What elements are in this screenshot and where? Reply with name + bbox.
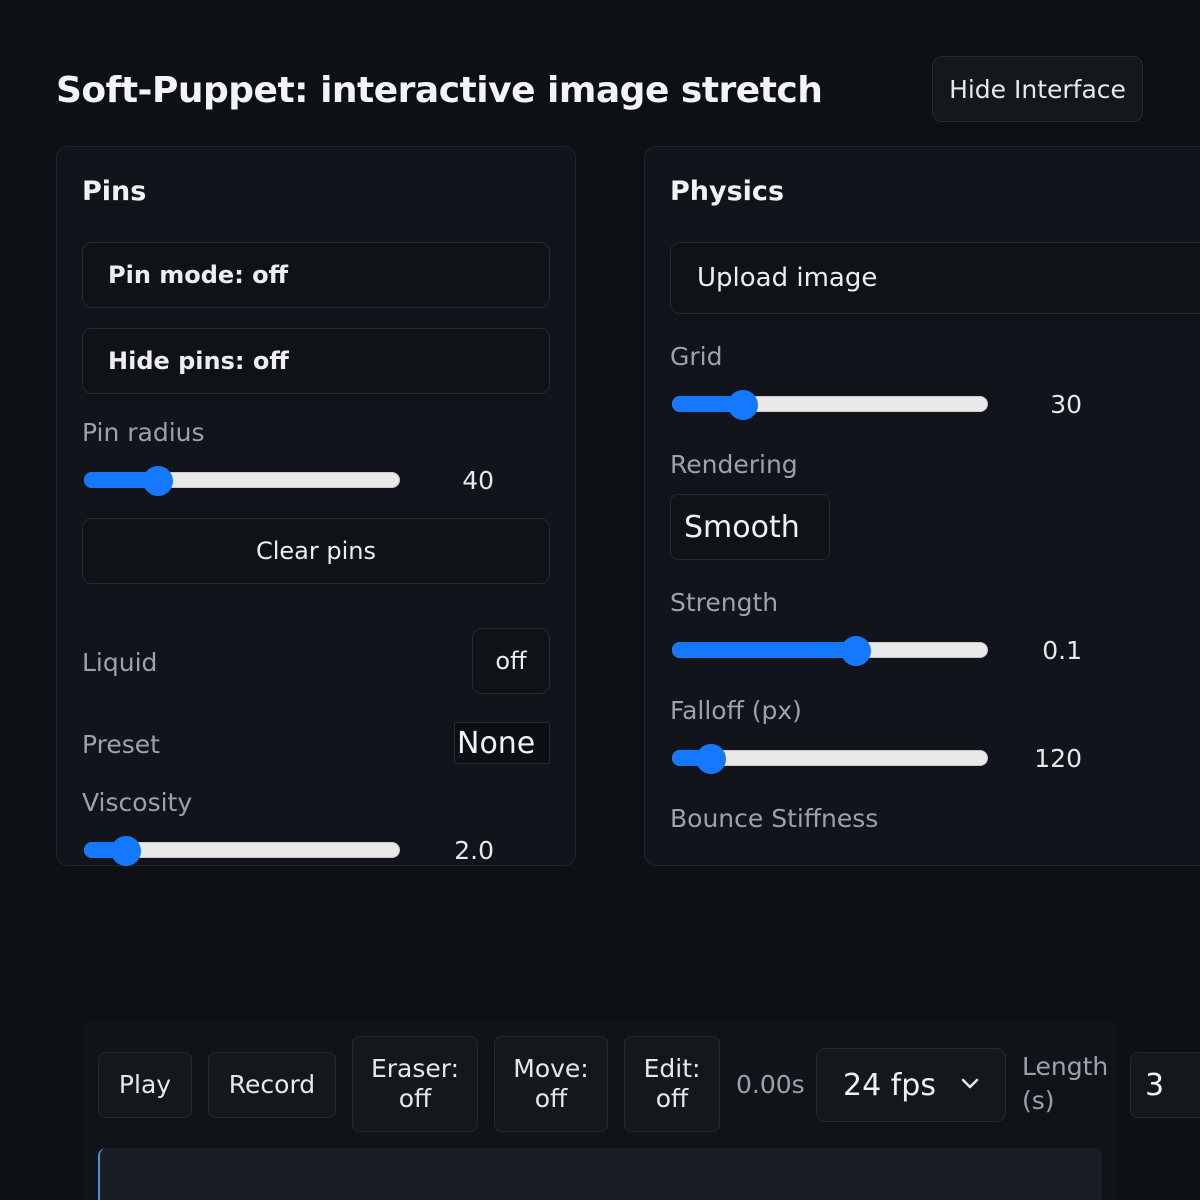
edit-line2: off xyxy=(655,1084,689,1113)
liquid-label: Liquid xyxy=(82,648,158,677)
viscosity-label: Viscosity xyxy=(82,788,193,817)
strength-value: 0.1 xyxy=(1042,636,1082,665)
hide-pins-button[interactable]: Hide pins: off xyxy=(82,328,550,394)
eraser-toggle-button[interactable]: Eraser: off xyxy=(352,1036,478,1132)
page-title: Soft-Puppet: interactive image stretch xyxy=(56,70,823,111)
falloff-slider-thumb[interactable] xyxy=(696,744,726,774)
strength-slider[interactable] xyxy=(672,636,988,666)
timeline-track[interactable] xyxy=(98,1148,1102,1200)
preset-label: Preset xyxy=(82,730,160,759)
edit-toggle-button[interactable]: Edit: off xyxy=(624,1036,720,1132)
move-line1: Move: xyxy=(513,1054,589,1083)
length-input[interactable]: 3 xyxy=(1130,1052,1200,1118)
pin-radius-slider[interactable] xyxy=(84,466,400,496)
hide-interface-button[interactable]: Hide Interface xyxy=(932,56,1143,122)
pin-mode-button[interactable]: Pin mode: off xyxy=(82,242,550,308)
pin-radius-slider-thumb[interactable] xyxy=(143,466,173,496)
grid-slider[interactable] xyxy=(672,390,988,420)
grid-value: 30 xyxy=(1050,390,1082,419)
viscosity-value: 2.0 xyxy=(454,836,494,865)
eraser-line1: Eraser: xyxy=(370,1054,460,1083)
length-label-line2: (s) xyxy=(1022,1086,1055,1115)
play-button[interactable]: Play xyxy=(98,1052,192,1118)
strength-slider-fill xyxy=(672,642,856,658)
bounce-stiffness-label: Bounce Stiffness xyxy=(670,804,879,833)
liquid-toggle[interactable]: off xyxy=(472,628,550,694)
grid-label: Grid xyxy=(670,342,723,371)
physics-heading: Physics xyxy=(670,176,785,207)
length-label-line1: Length xyxy=(1022,1052,1109,1081)
fps-value: 24 fps xyxy=(843,1067,936,1103)
chevron-down-icon xyxy=(961,1078,979,1089)
app-page: Soft-Puppet: interactive image stretch H… xyxy=(0,0,1200,1200)
clear-pins-button[interactable]: Clear pins xyxy=(82,518,550,584)
pin-radius-label: Pin radius xyxy=(82,418,205,447)
pins-heading: Pins xyxy=(82,176,147,207)
grid-slider-thumb[interactable] xyxy=(728,390,758,420)
falloff-value: 120 xyxy=(1034,744,1082,773)
move-line2: off xyxy=(534,1084,568,1113)
time-readout: 0.00s xyxy=(736,1070,805,1099)
fps-select[interactable]: 24 fps xyxy=(816,1048,1006,1122)
viscosity-slider[interactable] xyxy=(84,836,400,866)
falloff-label: Falloff (px) xyxy=(670,696,802,725)
preset-select[interactable]: None xyxy=(454,722,550,764)
falloff-slider[interactable] xyxy=(672,744,988,774)
upload-image-button[interactable]: Upload image xyxy=(670,242,1200,314)
length-label: Length (s) xyxy=(1022,1050,1108,1118)
record-button[interactable]: Record xyxy=(208,1052,336,1118)
eraser-line2: off xyxy=(398,1084,432,1113)
strength-slider-thumb[interactable] xyxy=(841,636,871,666)
rendering-label: Rendering xyxy=(670,450,798,479)
pin-radius-value: 40 xyxy=(462,466,494,495)
move-toggle-button[interactable]: Move: off xyxy=(494,1036,608,1132)
rendering-select[interactable]: Smooth xyxy=(670,494,830,560)
edit-line1: Edit: xyxy=(643,1054,701,1083)
viscosity-slider-thumb[interactable] xyxy=(111,836,141,866)
strength-label: Strength xyxy=(670,588,779,617)
